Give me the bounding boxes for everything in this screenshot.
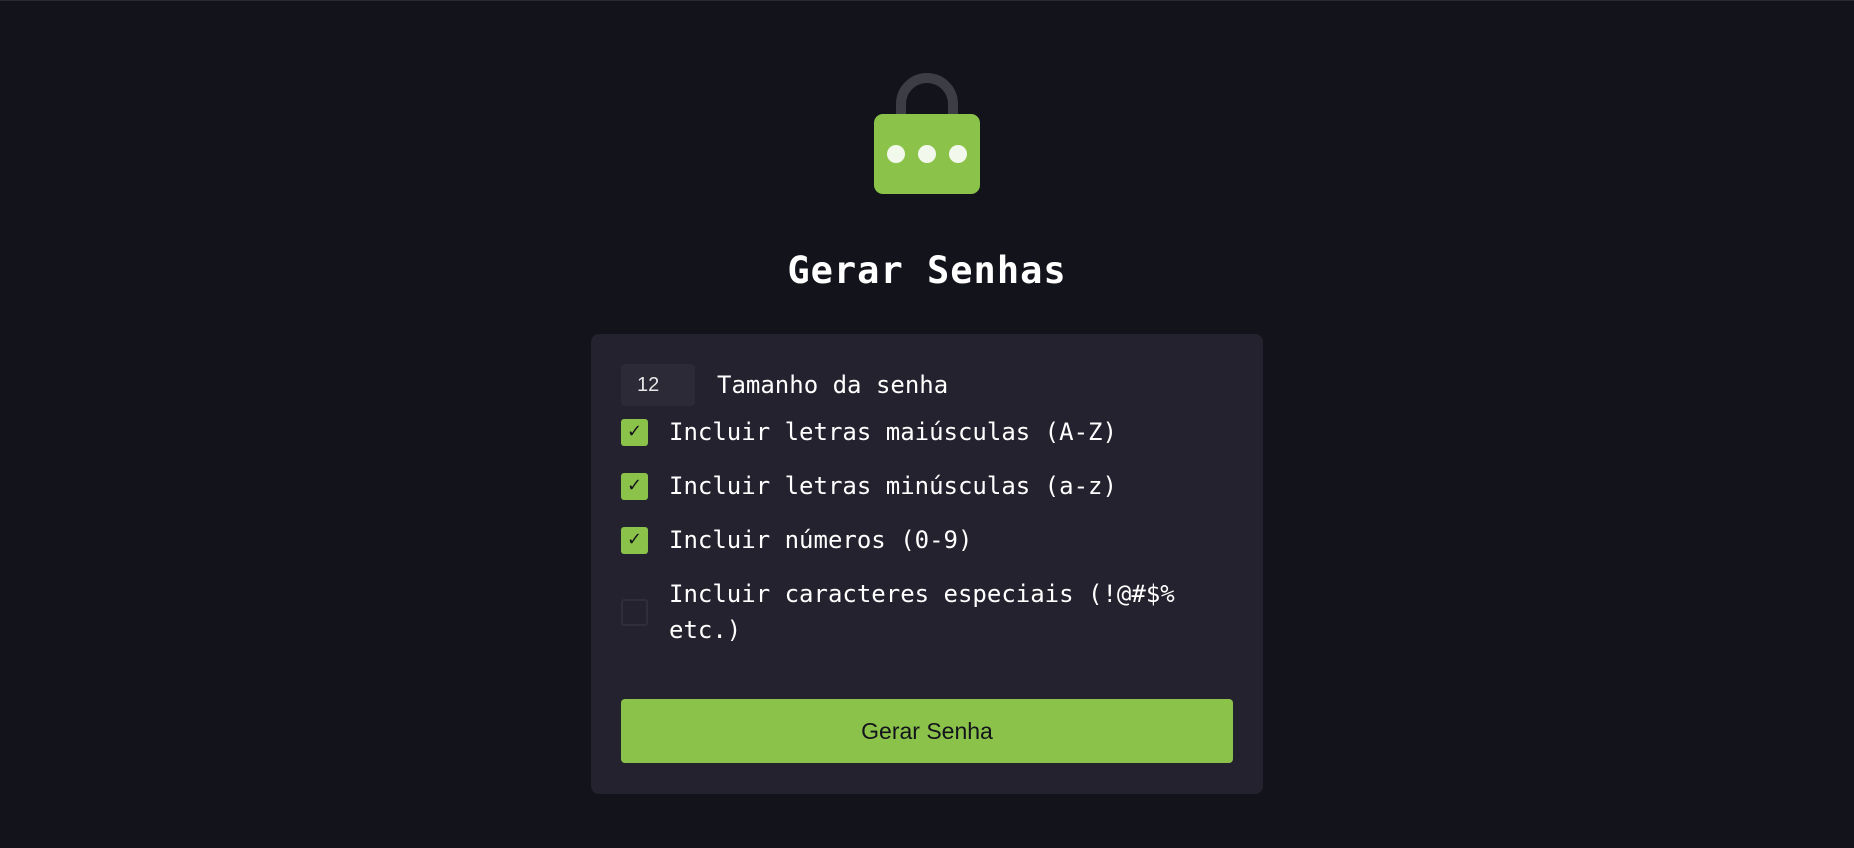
password-options-card: Tamanho da senha ✓ Incluir letras maiúsc…	[591, 334, 1263, 794]
password-length-label: Tamanho da senha	[717, 371, 949, 399]
password-length-row: Tamanho da senha	[621, 364, 948, 406]
option-special-chars[interactable]: Incluir caracteres especiais (!@#$% etc.…	[621, 576, 1199, 648]
option-uppercase[interactable]: ✓ Incluir letras maiúsculas (A-Z)	[621, 414, 1117, 450]
option-numbers[interactable]: ✓ Incluir números (0-9)	[621, 522, 972, 558]
lowercase-checkbox[interactable]: ✓	[621, 472, 648, 500]
special-chars-label: Incluir caracteres especiais (!@#$% etc.…	[669, 580, 1175, 644]
check-icon: ✓	[626, 529, 643, 550]
page-title: Gerar Senhas	[787, 249, 1067, 292]
special-chars-checkbox[interactable]	[621, 598, 648, 626]
lock-icon-graphic	[874, 73, 980, 194]
numbers-label: Incluir números (0-9)	[669, 526, 973, 554]
lock-icon	[874, 70, 980, 196]
lowercase-label: Incluir letras minúsculas (a-z)	[669, 472, 1117, 500]
numbers-checkbox[interactable]: ✓	[621, 526, 648, 554]
option-lowercase[interactable]: ✓ Incluir letras minúsculas (a-z)	[621, 468, 1117, 504]
uppercase-checkbox[interactable]: ✓	[621, 418, 648, 446]
password-length-input[interactable]	[621, 364, 695, 406]
uppercase-label: Incluir letras maiúsculas (A-Z)	[669, 418, 1117, 446]
generate-password-button[interactable]: Gerar Senha	[621, 699, 1233, 763]
check-icon: ✓	[626, 475, 643, 496]
check-icon: ✓	[626, 421, 643, 442]
